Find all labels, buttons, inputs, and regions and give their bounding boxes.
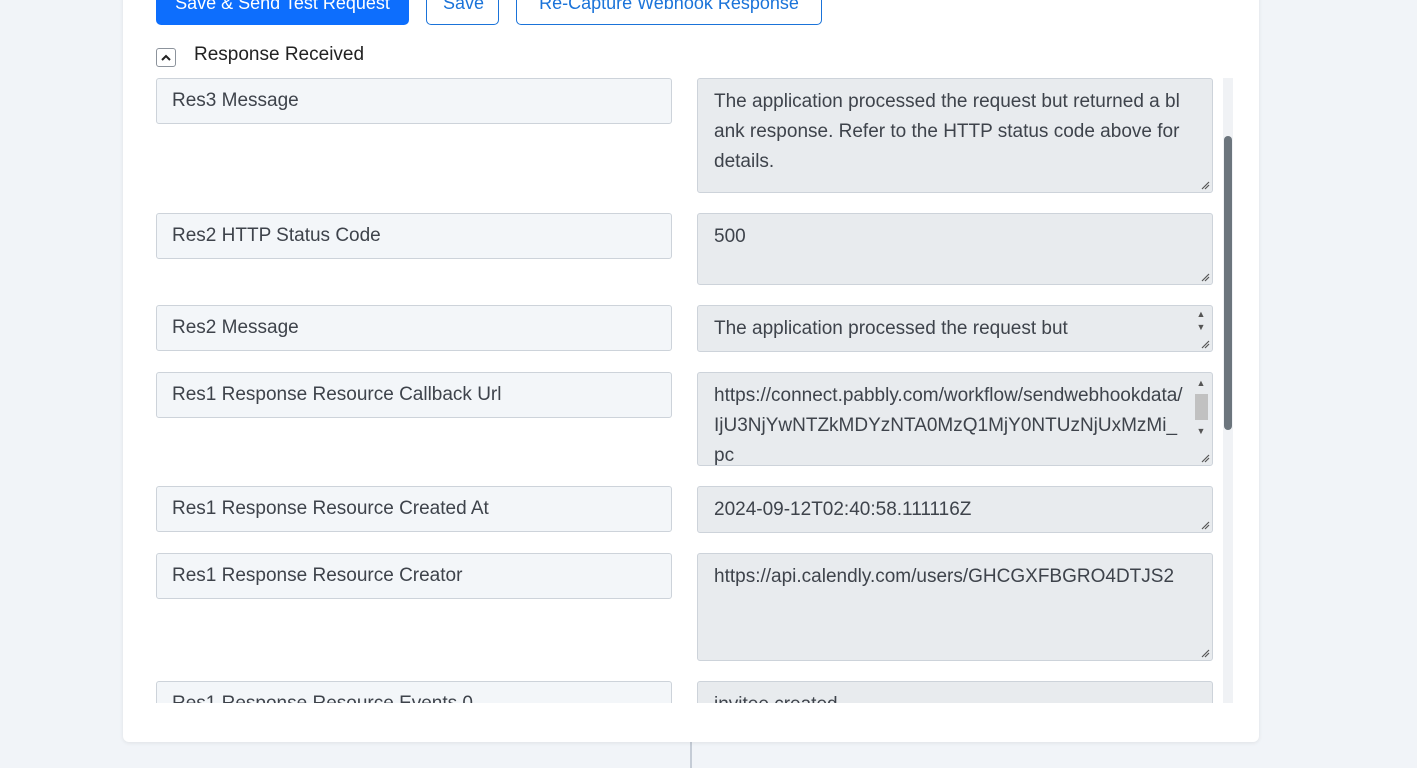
- field-value-text: invitee.created: [714, 694, 838, 703]
- field-value-text: 2024-09-12T02:40:58.111116Z: [714, 499, 972, 520]
- field-value-textarea[interactable]: The application processed the request bu…: [697, 305, 1213, 352]
- scroll-up-icon[interactable]: ▲: [1191, 307, 1211, 321]
- resize-grip-icon[interactable]: [1200, 453, 1210, 463]
- save-button[interactable]: Save: [426, 0, 499, 25]
- field-value-textarea[interactable]: invitee.created: [697, 681, 1213, 703]
- section-title: Response Received: [194, 44, 365, 65]
- field-label: Res2 HTTP Status Code: [156, 213, 672, 259]
- field-label: Res1 Response Resource Created At: [156, 486, 672, 532]
- chevron-up-icon: [161, 54, 171, 61]
- scroll-down-icon[interactable]: ▼: [1191, 424, 1211, 438]
- field-label: Res2 Message: [156, 305, 672, 351]
- scroll-down-icon[interactable]: ▼: [1191, 320, 1211, 334]
- resize-grip-icon[interactable]: [1200, 339, 1210, 349]
- field-label: Res1 Response Resource Callback Url: [156, 372, 672, 418]
- field-value-textarea[interactable]: 2024-09-12T02:40:58.111116Z: [697, 486, 1213, 533]
- resize-grip-icon[interactable]: [1200, 520, 1210, 530]
- flow-connector-line: [690, 742, 692, 768]
- field-value-text: 500: [714, 226, 746, 247]
- field-value-textarea[interactable]: https://api.calendly.com/users/GHCGXFBGR…: [697, 553, 1213, 661]
- textarea-scrollbar[interactable]: ▲ ▼: [1191, 307, 1211, 337]
- field-value-textarea[interactable]: https://connect.pabbly.com/workflow/send…: [697, 372, 1213, 466]
- field-value-text: https://connect.pabbly.com/workflow/send…: [714, 385, 1183, 466]
- textarea-scroll-thumb[interactable]: [1195, 394, 1208, 420]
- resize-grip-icon[interactable]: [1200, 180, 1210, 190]
- field-label: Res1 Response Resource Creator: [156, 553, 672, 599]
- collapse-toggle-button[interactable]: [156, 48, 176, 67]
- field-label: Res1 Response Resource Events 0: [156, 681, 672, 703]
- resize-grip-icon[interactable]: [1200, 648, 1210, 658]
- field-label: Res3 Message: [156, 78, 672, 124]
- field-value-textarea[interactable]: 500: [697, 213, 1213, 285]
- fields-scrollbar[interactable]: [1223, 78, 1233, 703]
- field-value-text: https://api.calendly.com/users/GHCGXFBGR…: [714, 566, 1175, 587]
- textarea-scrollbar[interactable]: ▲ ▼: [1191, 374, 1211, 451]
- field-value-text: The application processed the request bu…: [714, 91, 1180, 172]
- field-value-text: The application processed the request bu…: [714, 318, 1068, 339]
- fields-scroll-thumb[interactable]: [1224, 136, 1232, 430]
- field-value-textarea[interactable]: The application processed the request bu…: [697, 78, 1213, 193]
- scroll-up-icon[interactable]: ▲: [1191, 376, 1211, 390]
- resize-grip-icon[interactable]: [1200, 272, 1210, 282]
- response-fields-list[interactable]: Res3 Message The application processed t…: [156, 78, 1234, 703]
- recapture-webhook-response-button[interactable]: Re-Capture Webhook Response: [516, 0, 822, 25]
- save-send-test-request-button[interactable]: Save & Send Test Request: [156, 0, 409, 25]
